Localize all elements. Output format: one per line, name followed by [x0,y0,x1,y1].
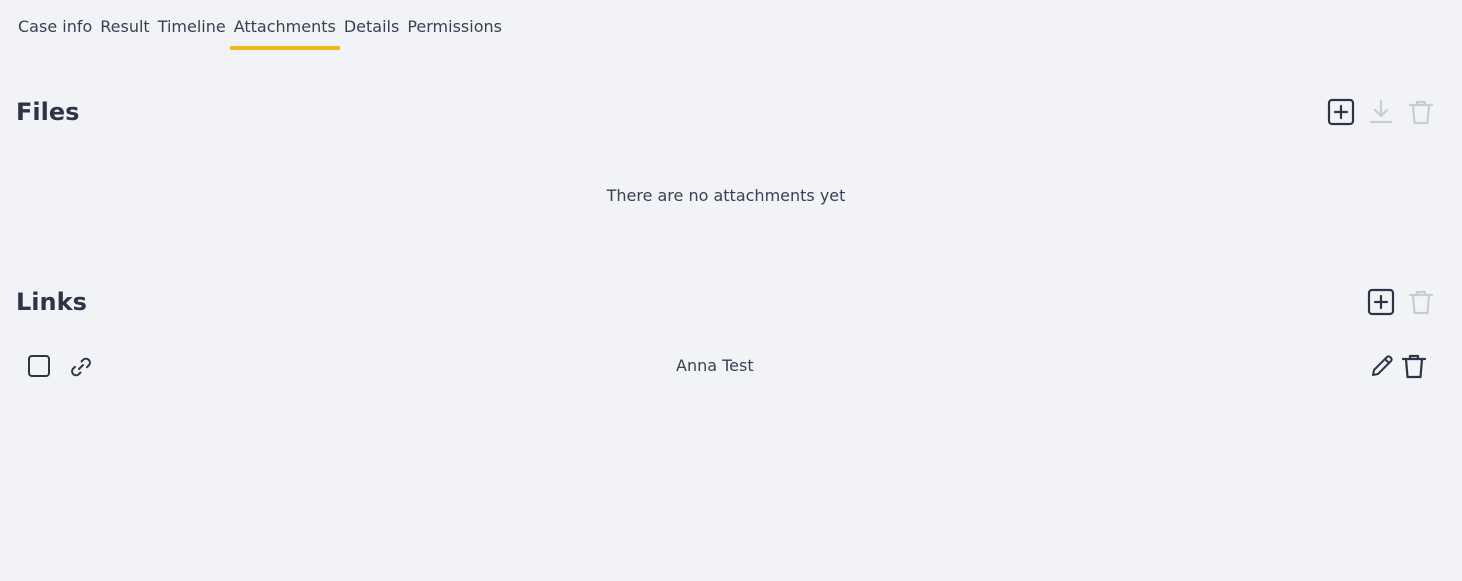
links-section-title: Links [16,288,87,316]
tab-details[interactable]: Details [340,14,403,52]
delete-link-button[interactable] [1400,352,1428,380]
tab-bar: Case info Result Timeline Attachments De… [14,14,506,54]
files-section-title: Files [16,98,80,126]
link-row-checkbox[interactable] [28,355,50,377]
trash-icon [1401,354,1427,379]
pencil-icon [1372,355,1393,376]
link-icon [68,354,94,384]
tab-result[interactable]: Result [96,14,153,52]
files-empty-message: There are no attachments yet [606,186,846,205]
delete-file-button[interactable] [1407,98,1435,126]
link-name[interactable]: Anna Test [676,356,754,375]
links-actions [1367,288,1435,316]
files-actions [1327,98,1435,126]
add-square-icon [1327,98,1355,126]
tab-attachments[interactable]: Attachments [229,14,341,52]
download-file-button[interactable] [1367,98,1395,126]
add-file-button[interactable] [1327,98,1355,126]
trash-icon [1408,290,1434,315]
delete-links-button[interactable] [1407,288,1435,316]
add-square-icon [1367,288,1395,316]
tab-permissions[interactable]: Permissions [403,14,506,52]
add-link-button[interactable] [1367,288,1395,316]
edit-link-button[interactable] [1368,352,1396,380]
tab-timeline[interactable]: Timeline [154,14,230,52]
link-list-item: Anna Test [28,350,1428,384]
trash-icon [1408,100,1434,125]
tab-case-info[interactable]: Case info [14,14,96,52]
link-row-actions [1368,352,1428,380]
download-icon [1369,99,1393,124]
